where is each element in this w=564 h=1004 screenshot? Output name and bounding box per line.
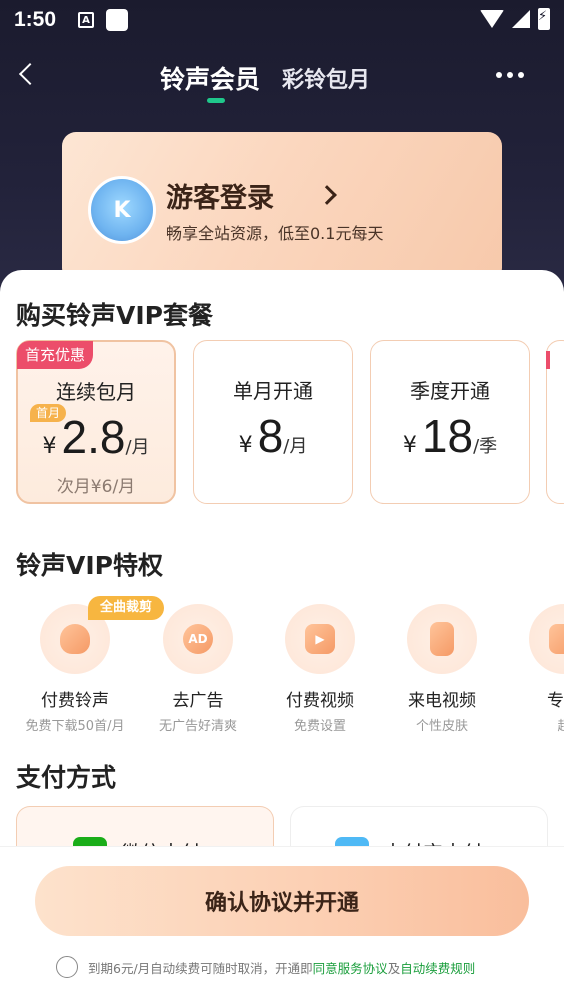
- plan-card-quarterly[interactable]: 季度开通 ¥ 18/季: [370, 340, 530, 504]
- privilege-subtitle: 免费下载50首/月: [25, 719, 125, 734]
- chevron-right-icon: [317, 185, 337, 205]
- price-unit: /月: [283, 436, 308, 457]
- active-tab-indicator: [207, 98, 225, 103]
- privilege-subtitle: 免费设置: [293, 719, 346, 734]
- phone-video-icon: [430, 622, 454, 656]
- privilege-subtitle: 无广告好清爽: [158, 719, 237, 734]
- auto-renew-rules-link[interactable]: 自动续费规则: [400, 958, 475, 977]
- privilege-label: 付费视频: [286, 691, 354, 711]
- top-nav: 铃声会员 彩铃包月: [0, 50, 564, 104]
- privilege-label: 来电视频: [408, 691, 476, 711]
- privilege-subtitle: 个性皮肤: [415, 719, 468, 734]
- payment-section-title: 支付方式: [16, 763, 117, 792]
- tab-color-ring-monthly[interactable]: 彩铃包月: [282, 62, 370, 94]
- battery-icon: [538, 8, 550, 30]
- price-value: 18: [421, 410, 474, 462]
- guest-login-subtitle: 畅享全站资源，低至0.1元每天: [166, 224, 384, 243]
- agree-checkbox[interactable]: [56, 956, 78, 978]
- privilege-list: 付费铃声 免费下载50首/月 AD 去广告 无广告好清爽 ▶ 付费视频 免费设置…: [0, 598, 564, 738]
- agreement-row: 到期6元/月自动续费可随时取消，开通即 同意服务协议及自动续费规则: [56, 956, 475, 978]
- privilege-label: 付费铃声: [41, 691, 109, 711]
- currency-symbol: ¥: [42, 434, 57, 459]
- avatar-letter: K: [113, 197, 131, 223]
- currency-symbol: ¥: [402, 433, 417, 458]
- first-charge-badge: 首充优惠: [17, 341, 94, 369]
- plan-card-continuous-monthly[interactable]: 首充优惠 连续包月 首月 ¥ 2.8/月 次月¥6/月: [16, 340, 176, 504]
- exclusive-icon: [549, 624, 564, 654]
- plan-card-next-peek[interactable]: [546, 340, 564, 504]
- price-unit: /季: [473, 436, 498, 457]
- bell-icon: [60, 624, 90, 654]
- back-arrow-icon[interactable]: [18, 62, 42, 86]
- confirm-subscribe-button[interactable]: 确认协议并开通: [35, 866, 529, 936]
- avatar: K: [88, 176, 156, 244]
- privilege-label: 专属: [547, 691, 564, 711]
- agreement-and: 及: [387, 960, 401, 976]
- plan-price: ¥ 18/季: [371, 409, 529, 463]
- guest-login-title: 游客登录: [166, 183, 274, 214]
- price-unit: /月: [125, 437, 150, 458]
- plan-list: 首充优惠 连续包月 首月 ¥ 2.8/月 次月¥6/月 单月开通 ¥ 8/月 季…: [16, 340, 564, 506]
- privilege-subtitle: 超: [557, 719, 564, 734]
- plan-name: 季度开通: [410, 379, 490, 403]
- privilege-exclusive[interactable]: 专属 超: [503, 598, 564, 734]
- privileges-section-title: 铃声VIP特权: [16, 551, 163, 580]
- status-bar: 1:50 A: [0, 0, 564, 40]
- plan-price: ¥ 2.8/月: [18, 410, 174, 464]
- full-song-trim-tag: 全曲裁剪: [88, 596, 165, 620]
- privilege-call-video[interactable]: 来电视频 个性皮肤: [381, 598, 503, 734]
- agreement-text: 到期6元/月自动续费可随时取消，开通即: [88, 960, 313, 976]
- notification-icon: A: [78, 12, 95, 28]
- video-play-icon: ▶: [305, 624, 335, 654]
- service-agreement-link[interactable]: 同意服务协议: [313, 958, 388, 977]
- notification-square-icon: [106, 9, 129, 31]
- privilege-label: 去广告: [172, 691, 224, 711]
- more-options-icon[interactable]: [496, 72, 524, 78]
- signal-icon: [512, 10, 530, 28]
- currency-symbol: ¥: [238, 433, 253, 458]
- price-value: 8: [257, 410, 284, 462]
- next-month-price: 次月¥6/月: [56, 477, 136, 497]
- privilege-paid-video[interactable]: ▶ 付费视频 免费设置: [259, 598, 381, 734]
- plan-name: 单月开通: [233, 379, 313, 403]
- price-value: 2.8: [61, 411, 126, 463]
- plan-name: 连续包月: [56, 380, 136, 404]
- status-time: 1:50: [14, 8, 57, 31]
- ad-icon: AD: [183, 624, 213, 654]
- plans-section-title: 购买铃声VIP套餐: [16, 301, 213, 330]
- guest-login-card[interactable]: K 游客登录 畅享全站资源，低至0.1元每天: [62, 132, 502, 282]
- plan-card-single-month[interactable]: 单月开通 ¥ 8/月: [193, 340, 353, 504]
- status-icons: [480, 8, 550, 30]
- tab-ringtone-member[interactable]: 铃声会员: [160, 60, 260, 96]
- bottom-bar: 确认协议并开通 到期6元/月自动续费可随时取消，开通即 同意服务协议及自动续费规则: [0, 846, 564, 1004]
- wifi-icon: [480, 10, 504, 28]
- plan-price: ¥ 8/月: [194, 409, 352, 463]
